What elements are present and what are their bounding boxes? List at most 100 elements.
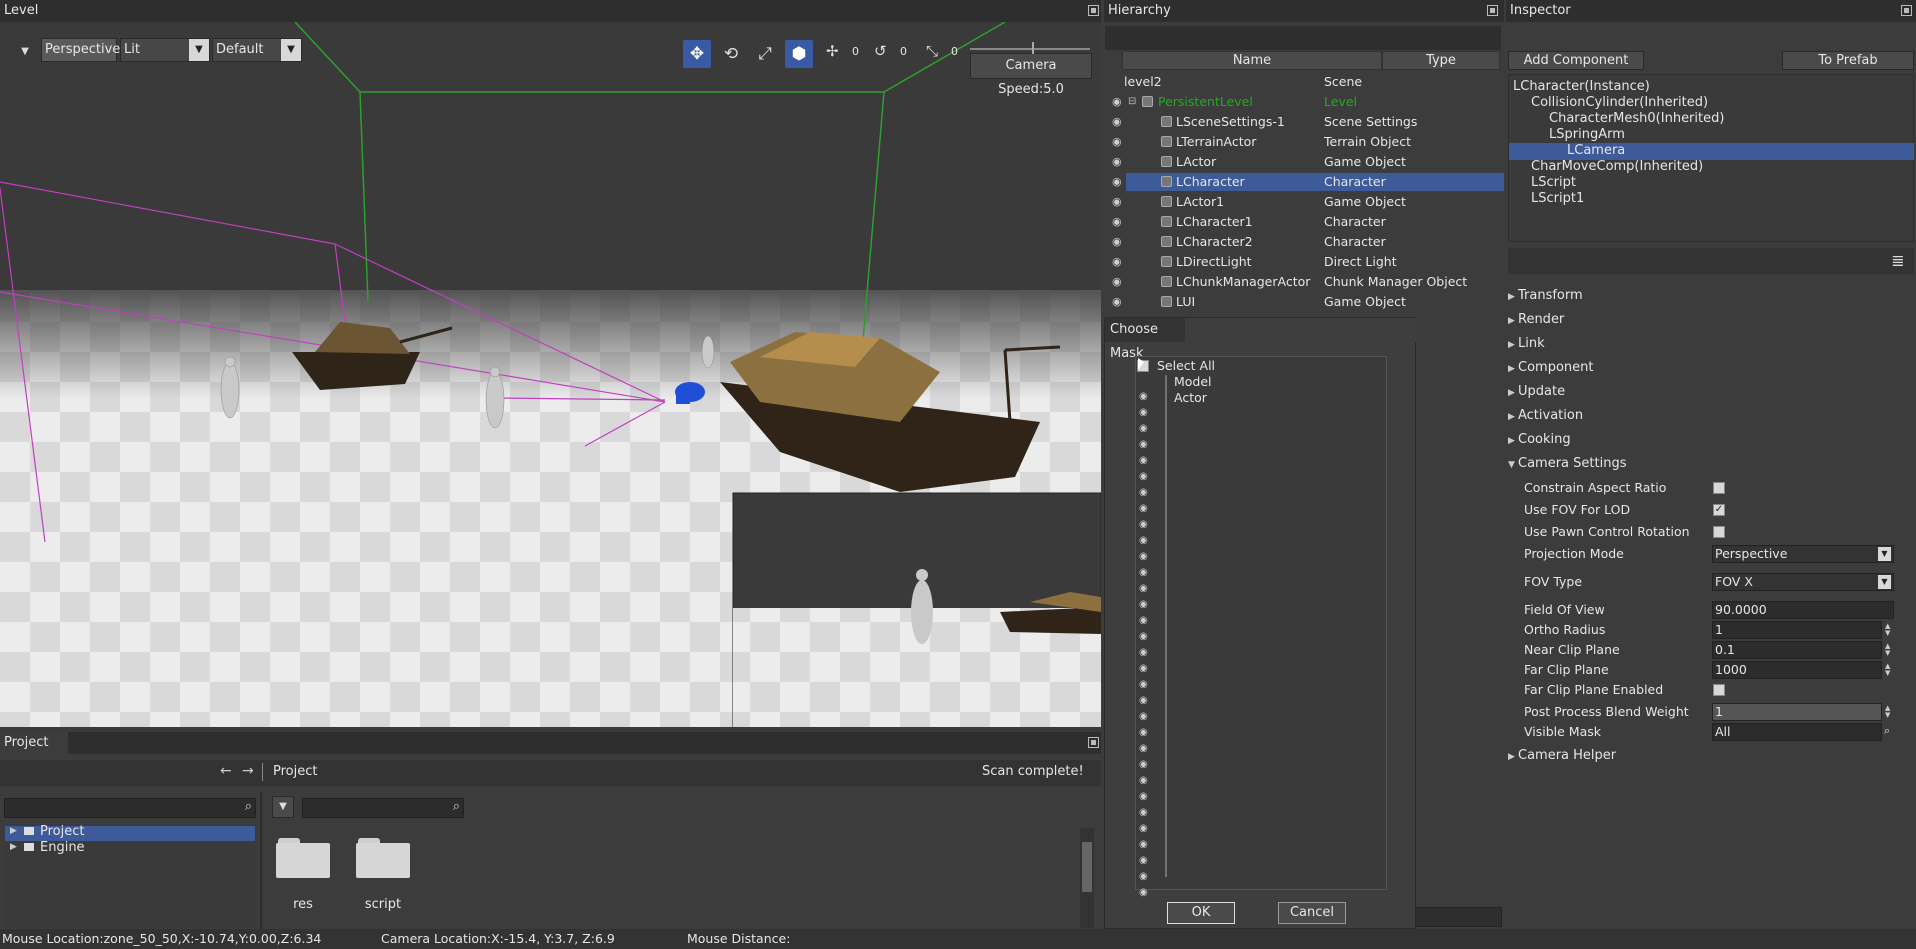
- expand-icon[interactable]: ▶: [10, 826, 17, 836]
- constrain-aspect-checkbox[interactable]: [1713, 482, 1725, 494]
- eye-icon[interactable]: ◉: [1139, 711, 1148, 722]
- eye-icon[interactable]: ◉: [1139, 839, 1148, 850]
- eye-icon[interactable]: ◉: [1139, 807, 1148, 818]
- eye-icon[interactable]: ◉: [1112, 132, 1122, 152]
- eye-icon[interactable]: ◉: [1112, 212, 1122, 232]
- section-camera-settings[interactable]: ▼ Camera Settings: [1508, 453, 1626, 475]
- section-transform[interactable]: ▶ Transform: [1508, 285, 1583, 307]
- scrollbar-thumb[interactable]: [1082, 842, 1092, 892]
- eye-icon[interactable]: ◉: [1139, 743, 1148, 754]
- hierarchy-row[interactable]: ◉ LDirectLight Direct Light: [1104, 252, 1504, 272]
- rotate-snap-icon[interactable]: ↺: [874, 42, 887, 60]
- hierarchy-row[interactable]: ◉ LSceneSettings-1 Scene Settings: [1104, 112, 1504, 132]
- spinner-icon[interactable]: ▲ ▼: [1885, 663, 1890, 677]
- eye-icon[interactable]: ◉: [1139, 407, 1148, 418]
- eye-icon[interactable]: ◉: [1139, 535, 1148, 546]
- eye-icon[interactable]: ◉: [1139, 519, 1148, 530]
- eye-icon[interactable]: ◉: [1112, 172, 1122, 192]
- eye-icon[interactable]: ◉: [1139, 471, 1148, 482]
- folder-label[interactable]: res: [276, 897, 330, 912]
- eye-icon[interactable]: ◉: [1139, 727, 1148, 738]
- asset-search-input[interactable]: ⌕: [302, 798, 464, 818]
- eye-icon[interactable]: ◉: [1139, 791, 1148, 802]
- section-link[interactable]: ▶ Link: [1508, 333, 1545, 355]
- hierarchy-row[interactable]: ◉ ⊟ PersistentLevel Level: [1104, 92, 1504, 112]
- folder-script[interactable]: [356, 838, 410, 878]
- field-of-view-input[interactable]: 90.0000: [1712, 601, 1894, 619]
- hierarchy-row[interactable]: ◉ LCharacter1 Character: [1104, 212, 1504, 232]
- spinner-icon[interactable]: ▲ ▼: [1885, 643, 1890, 657]
- eye-icon[interactable]: ◉: [1139, 695, 1148, 706]
- eye-icon[interactable]: ◉: [1139, 567, 1148, 578]
- forward-arrow-icon[interactable]: →: [242, 763, 254, 779]
- far-clip-enabled-checkbox[interactable]: [1713, 684, 1725, 696]
- eye-icon[interactable]: ◉: [1112, 292, 1122, 312]
- eye-icon[interactable]: ◉: [1139, 439, 1148, 450]
- scale-tool-icon[interactable]: ⤢: [751, 40, 779, 68]
- column-name[interactable]: Name: [1122, 51, 1382, 70]
- eye-icon[interactable]: ◉: [1112, 272, 1122, 292]
- select-all-label[interactable]: Select All: [1157, 358, 1215, 373]
- tree-item-project[interactable]: Project: [40, 824, 84, 839]
- spinner-icon[interactable]: ▲ ▼: [1885, 705, 1890, 719]
- tree-item[interactable]: CollisionCylinder(Inherited): [1531, 95, 1708, 110]
- mask-item-actor[interactable]: Actor: [1174, 390, 1207, 405]
- use-fov-lod-checkbox[interactable]: ✓: [1713, 504, 1725, 516]
- eye-icon[interactable]: ◉: [1139, 503, 1148, 514]
- hierarchy-row[interactable]: ◉ LChunkManagerActor Chunk Manager Objec…: [1104, 272, 1504, 292]
- tree-item[interactable]: LScript: [1531, 175, 1576, 190]
- tree-search-input[interactable]: ⌕: [4, 798, 256, 818]
- eye-icon[interactable]: ◉: [1139, 583, 1148, 594]
- eye-icon[interactable]: ◉: [1139, 599, 1148, 610]
- eye-icon[interactable]: ◉: [1139, 615, 1148, 626]
- fov-type-select[interactable]: FOV X ▼: [1712, 573, 1894, 591]
- section-activation[interactable]: ▶ Activation: [1508, 405, 1583, 427]
- viewport[interactable]: [0, 22, 1101, 727]
- eye-icon[interactable]: ◉: [1139, 631, 1148, 642]
- hierarchy-filter[interactable]: [1414, 907, 1502, 927]
- camera-speed-slider[interactable]: [970, 48, 1090, 50]
- splitter[interactable]: [260, 792, 262, 929]
- eye-icon[interactable]: ◉: [1139, 679, 1148, 690]
- rotate-tool-icon[interactable]: ⟲: [717, 40, 745, 68]
- projection-mode-select[interactable]: Perspective ▼: [1712, 545, 1894, 563]
- section-update[interactable]: ▶ Update: [1508, 381, 1565, 403]
- tree-item[interactable]: CharMoveComp(Inherited): [1531, 159, 1703, 174]
- pawn-rotation-checkbox[interactable]: [1713, 526, 1725, 538]
- eye-icon[interactable]: ◉: [1112, 92, 1122, 112]
- view-mode-button[interactable]: Perspective: [41, 38, 120, 62]
- scale-snap-icon[interactable]: ⤡: [926, 42, 938, 60]
- eye-icon[interactable]: ◉: [1139, 455, 1148, 466]
- dock-icon[interactable]: [1487, 5, 1498, 16]
- mask-item-model[interactable]: Model: [1174, 374, 1212, 389]
- scrollbar[interactable]: [1080, 828, 1094, 928]
- near-clip-input[interactable]: 0.1: [1712, 641, 1882, 659]
- eye-icon[interactable]: ◉: [1139, 855, 1148, 866]
- tree-item-engine[interactable]: Engine: [40, 840, 85, 855]
- tree-item[interactable]: CharacterMesh0(Inherited): [1549, 111, 1724, 126]
- visible-mask-input[interactable]: All: [1712, 723, 1882, 741]
- ok-button[interactable]: OK: [1167, 902, 1235, 924]
- cancel-button[interactable]: Cancel: [1278, 902, 1346, 924]
- camera-speed-label[interactable]: Camera Speed:5.0: [970, 53, 1092, 97]
- lighting-combo[interactable]: Lit ▼: [120, 38, 210, 62]
- collapse-icon[interactable]: ⊟: [1128, 92, 1136, 112]
- eye-icon[interactable]: ◉: [1112, 232, 1122, 252]
- eye-icon[interactable]: ◉: [1112, 152, 1122, 172]
- eye-icon[interactable]: ◉: [1139, 423, 1148, 434]
- dock-icon[interactable]: [1901, 5, 1912, 16]
- section-component[interactable]: ▶ Component: [1508, 357, 1593, 379]
- hierarchy-row[interactable]: level2 Scene: [1104, 72, 1504, 92]
- view-options-icon[interactable]: ▼: [272, 796, 294, 818]
- tree-item-selected[interactable]: LCamera: [1567, 143, 1625, 158]
- ortho-radius-input[interactable]: 1: [1712, 621, 1882, 639]
- spinner-icon[interactable]: ▲ ▼: [1885, 623, 1890, 637]
- dock-icon[interactable]: [1088, 737, 1099, 748]
- eye-icon[interactable]: ◉: [1139, 823, 1148, 834]
- eye-icon[interactable]: ◉: [1139, 759, 1148, 770]
- tree-item[interactable]: LScript1: [1531, 191, 1584, 206]
- eye-icon[interactable]: ◉: [1112, 252, 1122, 272]
- hierarchy-row[interactable]: ◉ LActor Game Object: [1104, 152, 1504, 172]
- hierarchy-search[interactable]: [1105, 26, 1501, 50]
- expand-icon[interactable]: ▶: [10, 842, 17, 852]
